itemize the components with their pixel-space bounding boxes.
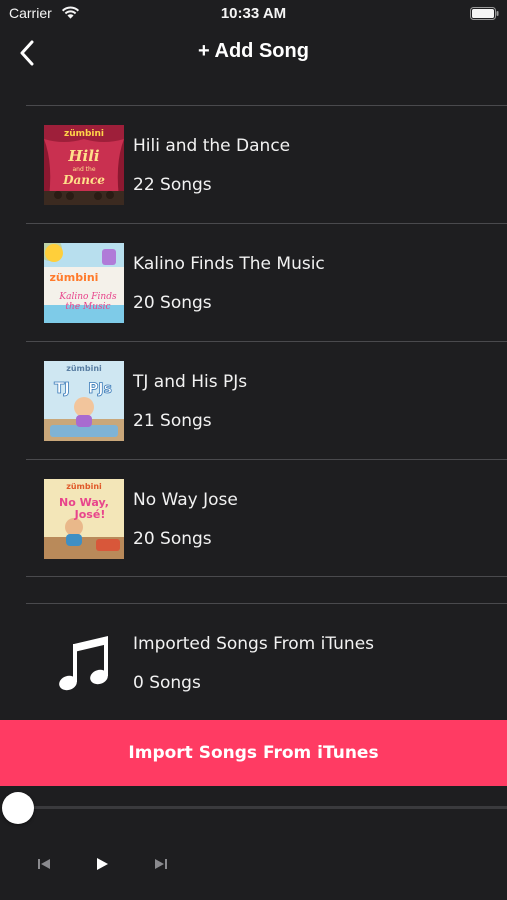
album-text: No Way Jose 20 Songs	[0, 460, 507, 577]
album-row-kalino[interactable]: zümbini Kalino Finds the Music Kalino Fi…	[0, 224, 507, 341]
status-bar: Carrier 10:33 AM	[0, 0, 507, 28]
album-row-tj[interactable]: zümbini TJ PJs TJ and His PJs 21 Songs	[0, 342, 507, 459]
album-song-count: 20 Songs	[133, 293, 212, 313]
import-button-label: Import Songs From iTunes	[128, 743, 379, 763]
divider	[26, 576, 507, 577]
music-note-icon	[59, 636, 108, 691]
previous-icon	[38, 859, 50, 869]
album-text: Kalino Finds The Music 20 Songs	[0, 224, 507, 341]
previous-button[interactable]	[32, 852, 56, 876]
next-icon	[155, 859, 167, 869]
itunes-imported-row[interactable]: Imported Songs From iTunes 0 Songs	[0, 604, 507, 720]
play-button[interactable]	[90, 852, 114, 876]
album-title: Hili and the Dance	[133, 136, 291, 156]
play-icon	[97, 858, 108, 870]
album-title: TJ and His PJs	[133, 372, 248, 392]
status-time: 10:33 AM	[220, 5, 287, 22]
album-row-hili[interactable]: zümbini Hili and the Dance Hili and the …	[0, 106, 507, 223]
itunes-title: Imported Songs From iTunes	[133, 634, 375, 654]
album-row-no-way-jose[interactable]: zümbini No Way, José! No Way Jose 20 Son…	[0, 460, 507, 577]
album-song-count: 20 Songs	[133, 529, 212, 549]
progress-track[interactable]	[16, 806, 507, 809]
album-text: Hili and the Dance 22 Songs	[0, 106, 507, 223]
import-songs-button[interactable]: Import Songs From iTunes	[0, 720, 507, 786]
album-song-count: 21 Songs	[133, 411, 212, 431]
battery-icon	[470, 7, 499, 20]
album-text: TJ and His PJs 21 Songs	[0, 342, 507, 459]
screen: Carrier 10:33 AM + Add Song zümbini Hili…	[0, 0, 507, 900]
album-title: No Way Jose	[133, 490, 238, 510]
album-title: Kalino Finds The Music	[133, 254, 325, 274]
album-song-count: 22 Songs	[133, 175, 212, 195]
nav-bar: + Add Song	[0, 28, 507, 78]
page-title: + Add Song	[198, 40, 309, 62]
progress-knob[interactable]	[2, 792, 34, 824]
itunes-song-count: 0 Songs	[133, 673, 201, 693]
next-button[interactable]	[149, 852, 173, 876]
